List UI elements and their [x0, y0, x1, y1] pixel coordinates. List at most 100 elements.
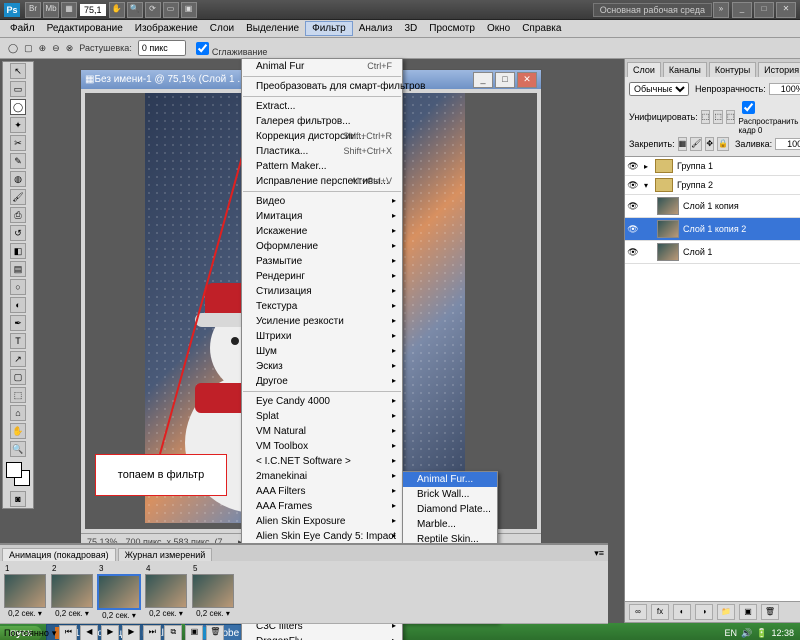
titlebar-btn[interactable]: Br — [25, 2, 41, 18]
workspace-switcher[interactable]: Основная рабочая среда — [593, 3, 712, 17]
unify-icon[interactable]: ⬚ — [701, 110, 711, 124]
menu-справка[interactable]: Справка — [516, 22, 567, 35]
brush-tool[interactable]: 🖌 — [10, 189, 26, 205]
menu-item[interactable]: Alien Skin Eye Candy 5: Impact — [242, 529, 402, 544]
menu-item[interactable]: VM Natural — [242, 424, 402, 439]
rotate-icon[interactable]: ⟳ — [145, 2, 161, 18]
tray-icon[interactable]: 🔊 — [741, 628, 752, 639]
mask-button[interactable]: ◐ — [673, 604, 691, 620]
menu-item[interactable]: Коррекция дисторсии...Shift+Ctrl+R — [242, 129, 402, 144]
animation-frames[interactable]: 10,2 сек. ▾20,2 сек. ▾30,2 сек. ▾40,2 се… — [0, 561, 608, 623]
animation-frame[interactable]: 20,2 сек. ▾ — [50, 564, 94, 620]
tab-paths[interactable]: Контуры — [709, 62, 756, 77]
path-tool[interactable]: ↗ — [10, 351, 26, 367]
type-tool[interactable]: T — [10, 333, 26, 349]
maximize-button[interactable]: □ — [754, 2, 774, 18]
menu-выделение[interactable]: Выделение — [240, 22, 305, 35]
menu-item[interactable]: Splat — [242, 409, 402, 424]
menu-item[interactable]: < I.C.NET Software > — [242, 454, 402, 469]
move-tool[interactable]: ↖ — [10, 63, 26, 79]
doc-close-button[interactable]: ✕ — [517, 72, 537, 88]
lock-pixels-icon[interactable]: 🖌 — [690, 137, 702, 151]
doc-minimize-button[interactable]: _ — [473, 72, 493, 88]
visibility-icon[interactable]: 👁 — [625, 161, 641, 172]
shape-tool[interactable]: ▢ — [10, 369, 26, 385]
menu-item[interactable]: VM Toolbox — [242, 439, 402, 454]
quickmask-tool[interactable]: ◙ — [10, 491, 26, 507]
submenu-item[interactable]: Brick Wall... — [403, 487, 497, 502]
tab-animation[interactable]: Анимация (покадровая) — [2, 548, 116, 561]
menu-item[interactable]: Рендеринг — [242, 269, 402, 284]
visibility-icon[interactable]: 👁 — [625, 201, 641, 212]
menu-item[interactable]: Extract... — [242, 99, 402, 114]
layer-item[interactable]: 👁Слой 1 — [625, 241, 800, 264]
next-frame-button[interactable]: ▶ — [122, 625, 140, 640]
visibility-icon[interactable]: 👁 — [625, 247, 641, 258]
lock-trans-icon[interactable]: ▦ — [678, 137, 688, 151]
menu-item[interactable]: Размытие — [242, 254, 402, 269]
hand-tool[interactable]: ✋ — [10, 423, 26, 439]
hand-icon[interactable]: ✋ — [109, 2, 125, 18]
tray-icon[interactable]: 🔋 — [756, 628, 767, 639]
lock-all-icon[interactable]: 🔒 — [717, 137, 729, 151]
menu-item[interactable]: Стилизация — [242, 284, 402, 299]
menu-item[interactable]: Исправление перспективы...Alt+Ctrl+V — [242, 174, 402, 189]
system-tray[interactable]: EN 🔊 🔋 12:38 — [719, 626, 800, 640]
blend-mode-select[interactable]: Обычные — [629, 82, 689, 96]
tab-history[interactable]: История — [758, 62, 800, 77]
new-layer-button[interactable]: ▣ — [739, 604, 757, 620]
close-button[interactable]: ✕ — [776, 2, 796, 18]
menu-item[interactable]: Eye Candy 4000 — [242, 394, 402, 409]
menu-item[interactable]: AAA Frames — [242, 499, 402, 514]
menu-item[interactable]: Видео — [242, 194, 402, 209]
tab-layers[interactable]: Слои — [627, 62, 661, 77]
menu-фильтр[interactable]: Фильтр — [305, 21, 353, 36]
menu-item[interactable]: Искажение — [242, 224, 402, 239]
menu-item[interactable]: Оформление — [242, 239, 402, 254]
arrange-icon[interactable]: ▭ — [163, 2, 179, 18]
screen-icon[interactable]: ▣ — [181, 2, 197, 18]
menubar[interactable]: ФайлРедактированиеИзображениеСлоиВыделен… — [0, 20, 800, 38]
doc-maximize-button[interactable]: □ — [495, 72, 515, 88]
minimize-button[interactable]: _ — [732, 2, 752, 18]
gradient-tool[interactable]: ▤ — [10, 261, 26, 277]
menu-окно[interactable]: Окно — [481, 22, 516, 35]
menu-изображение[interactable]: Изображение — [129, 22, 204, 35]
submenu-item[interactable]: Animal Fur... — [403, 472, 497, 487]
delete-layer-button[interactable]: 🗑 — [761, 604, 779, 620]
wand-tool[interactable]: ✦ — [10, 117, 26, 133]
chevron-right-icon[interactable]: » — [713, 2, 729, 18]
language-indicator[interactable]: EN — [725, 628, 738, 638]
unify-icon[interactable]: ⬚ — [713, 110, 723, 124]
loop-selector[interactable]: Постоянно — [4, 628, 49, 638]
menu-3d[interactable]: 3D — [398, 22, 423, 35]
eyedropper-tool[interactable]: ✎ — [10, 153, 26, 169]
sel-mode-icon[interactable]: ▢ — [24, 43, 33, 54]
menu-просмотр[interactable]: Просмотр — [423, 22, 481, 35]
menu-item[interactable]: AAA Filters — [242, 484, 402, 499]
layers-tabs[interactable]: Слои Каналы Контуры История — [625, 59, 800, 77]
opacity-value[interactable]: 100% — [769, 83, 800, 95]
submenu-item[interactable]: Marble... — [403, 517, 497, 532]
history-brush-tool[interactable]: ↺ — [10, 225, 26, 241]
menu-item[interactable]: Шум — [242, 344, 402, 359]
animation-frame[interactable]: 30,2 сек. ▾ — [97, 564, 141, 620]
antialias-checkbox[interactable]: Сглаживание — [192, 39, 268, 58]
stamp-tool[interactable]: ⎙ — [10, 207, 26, 223]
lasso-tool[interactable]: ◯ — [10, 99, 26, 115]
animation-frame[interactable]: 50,2 сек. ▾ — [191, 564, 235, 620]
menu-item[interactable]: Штрихи — [242, 329, 402, 344]
menu-item[interactable]: Галерея фильтров... — [242, 114, 402, 129]
visibility-icon[interactable]: 👁 — [625, 224, 641, 235]
layer-group[interactable]: 👁▸Группа 1 — [625, 157, 800, 176]
fx-button[interactable]: fx — [651, 604, 669, 620]
color-swatch[interactable] — [6, 462, 30, 486]
layer-group[interactable]: 👁▾Группа 2 — [625, 176, 800, 195]
unify-icon[interactable]: ⬚ — [726, 110, 736, 124]
menu-редактирование[interactable]: Редактирование — [41, 22, 129, 35]
adjustment-button[interactable]: ◑ — [695, 604, 713, 620]
animation-tabs[interactable]: Анимация (покадровая) Журнал измерений ▾… — [0, 545, 608, 561]
eraser-tool[interactable]: ◧ — [10, 243, 26, 259]
heal-tool[interactable]: ◍ — [10, 171, 26, 187]
menu-item[interactable]: Animal FurCtrl+F — [242, 59, 402, 74]
